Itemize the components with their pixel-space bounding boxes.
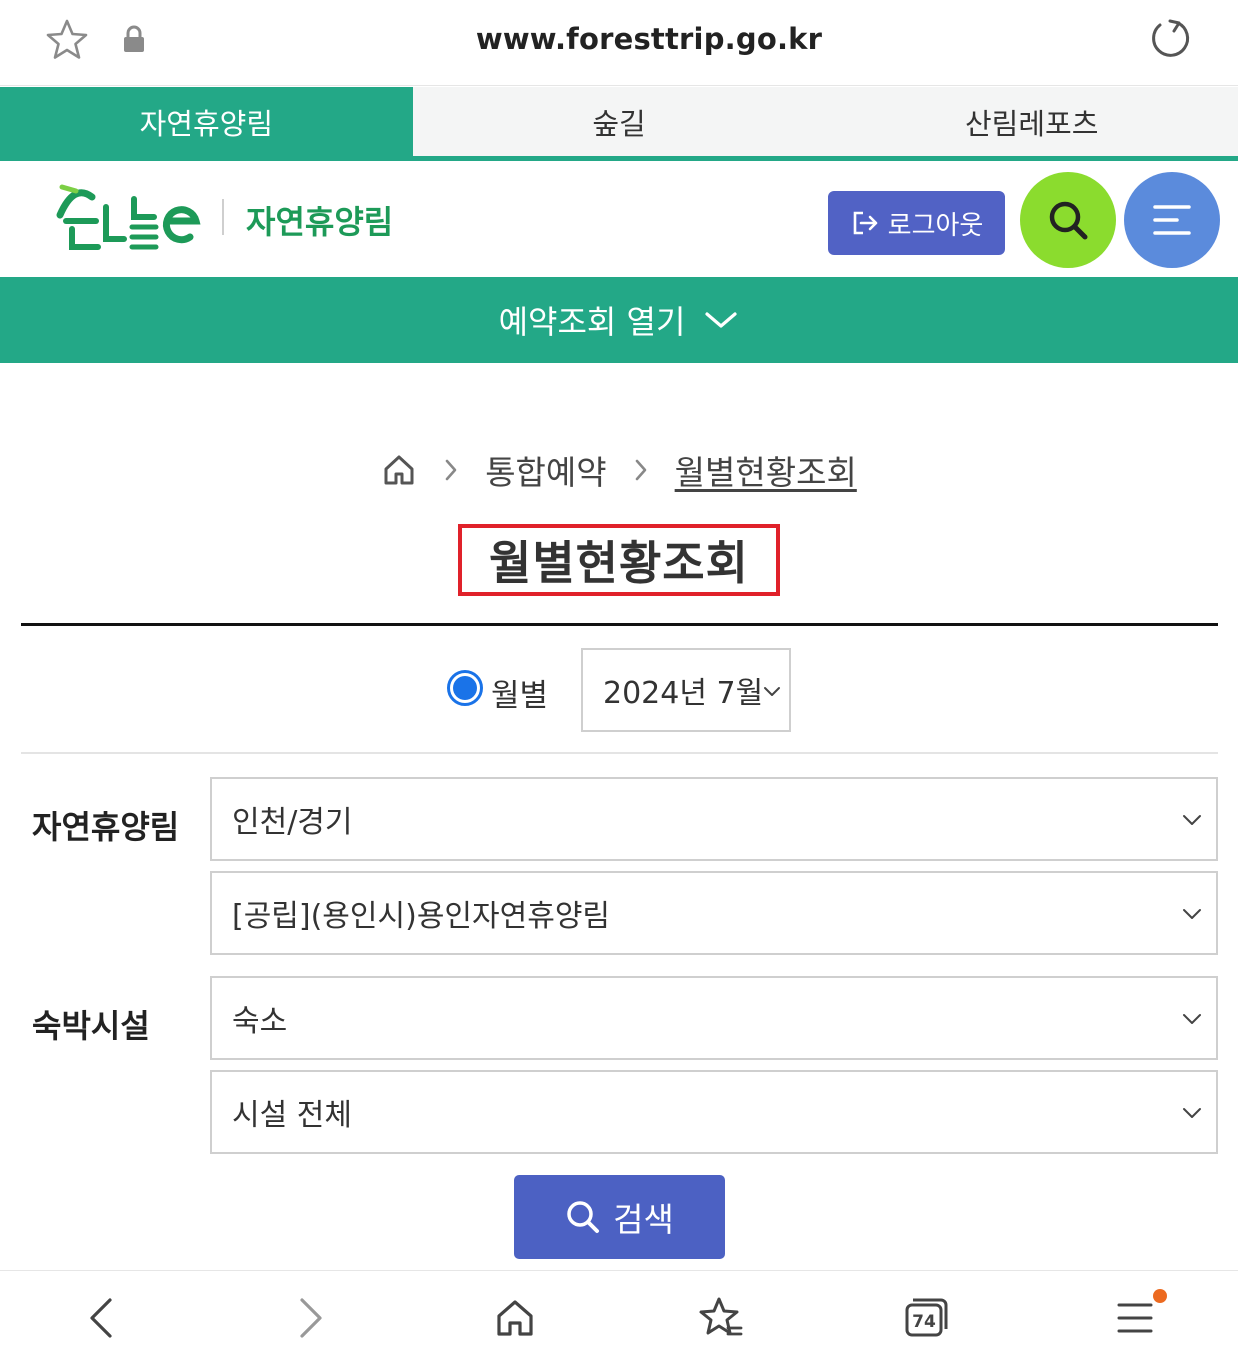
notification-dot [1153, 1289, 1167, 1303]
chevron-down-icon [1183, 815, 1201, 825]
site-header: 자연휴양림 로그아웃 [0, 161, 1238, 277]
browser-bottom-nav: 74 [0, 1270, 1238, 1364]
facility-select-value: 시설 전체 [232, 1098, 352, 1133]
back-icon [90, 1298, 112, 1338]
title-divider [21, 623, 1218, 626]
forest-label: 자연휴양림 [32, 808, 180, 846]
chevron-down-icon [705, 312, 738, 328]
tabs-icon: 74 [905, 1298, 948, 1337]
search-icon [567, 1201, 600, 1233]
browser-menu-button[interactable] [1110, 1293, 1160, 1343]
category-tabs: 자연휴양림 숲길 산림레포츠 [0, 87, 1238, 161]
url-text[interactable]: www.foresttrip.go.kr [0, 22, 1238, 56]
forward-icon [300, 1298, 322, 1338]
radio-dot [453, 676, 477, 700]
facility-type-select[interactable]: 숙소 [210, 976, 1218, 1060]
reservation-toggle-label: 예약조회 열기 [498, 303, 686, 341]
reservation-toggle-bar[interactable]: 예약조회 열기 [0, 277, 1238, 363]
tab-label: 산림레포츠 [964, 106, 1099, 141]
tab-label: 자연휴양림 [139, 106, 274, 141]
forest-select[interactable]: [공립](용인시)용인자연휴양림 [210, 871, 1218, 955]
home-button[interactable] [490, 1293, 540, 1343]
chevron-down-icon [1183, 909, 1201, 919]
breadcrumb: 통합예약 월별현황조회 [0, 445, 1238, 495]
reload-icon[interactable] [1148, 16, 1194, 62]
chevron-down-icon [764, 687, 780, 696]
menu-icon [1153, 205, 1191, 235]
logout-label: 로그아웃 [887, 210, 984, 241]
home-icon[interactable] [381, 452, 417, 488]
tab-count: 74 [912, 1312, 936, 1332]
monthly-radio-label[interactable]: 월별 [491, 670, 548, 715]
search-icon [1049, 201, 1088, 240]
bookmarks-button[interactable] [696, 1293, 746, 1343]
address-bar: www.foresttrip.go.kr [0, 0, 1238, 86]
region-select-value: 인천/경기 [232, 805, 353, 840]
forest-select-value: [공립](용인시)용인자연휴양림 [232, 899, 611, 934]
forward-button[interactable] [286, 1293, 336, 1343]
tabs-button[interactable]: 74 [902, 1293, 952, 1343]
site-name[interactable]: 자연휴양림 [246, 197, 393, 243]
chevron-right-icon [635, 459, 646, 481]
home-icon [497, 1300, 533, 1336]
logo-divider [222, 199, 224, 235]
menu-button[interactable] [1124, 172, 1220, 268]
chevron-down-icon [1183, 1108, 1201, 1118]
logo-icon[interactable] [52, 177, 202, 253]
tab-forest-trail[interactable]: 숲길 [413, 87, 826, 156]
facility-type-value: 숙소 [232, 1004, 288, 1039]
tab-recreation-forest[interactable]: 자연휴양림 [0, 87, 413, 156]
chevron-right-icon [445, 459, 457, 481]
search-submit-label: 검색 [613, 1200, 674, 1239]
search-submit-button[interactable]: 검색 [514, 1175, 725, 1259]
facility-label: 숙박시설 [32, 1007, 150, 1045]
breadcrumb-current[interactable]: 월별현황조회 [675, 446, 857, 494]
bookmarks-icon [699, 1297, 743, 1336]
tab-forest-leisure[interactable]: 산림레포츠 [825, 87, 1238, 156]
month-select-value: 2024년 7월 [603, 676, 764, 711]
region-select[interactable]: 인천/경기 [210, 777, 1218, 861]
menu-icon [1117, 1303, 1153, 1333]
chevron-down-icon [1183, 1014, 1201, 1024]
breadcrumb-item[interactable]: 통합예약 [485, 446, 606, 494]
tab-label: 숲길 [592, 106, 646, 141]
facility-select[interactable]: 시설 전체 [210, 1070, 1218, 1154]
month-filter-row: 월별 2024년 7월 [21, 628, 1218, 754]
monthly-radio[interactable] [447, 670, 483, 706]
month-select[interactable]: 2024년 7월 [581, 648, 791, 732]
logout-icon [853, 211, 877, 235]
page-title-highlight: 월별현황조회 [458, 524, 780, 596]
page-title: 월별현황조회 [489, 536, 749, 590]
back-button[interactable] [76, 1293, 126, 1343]
search-button[interactable] [1020, 172, 1116, 268]
logout-button[interactable]: 로그아웃 [828, 191, 1005, 255]
